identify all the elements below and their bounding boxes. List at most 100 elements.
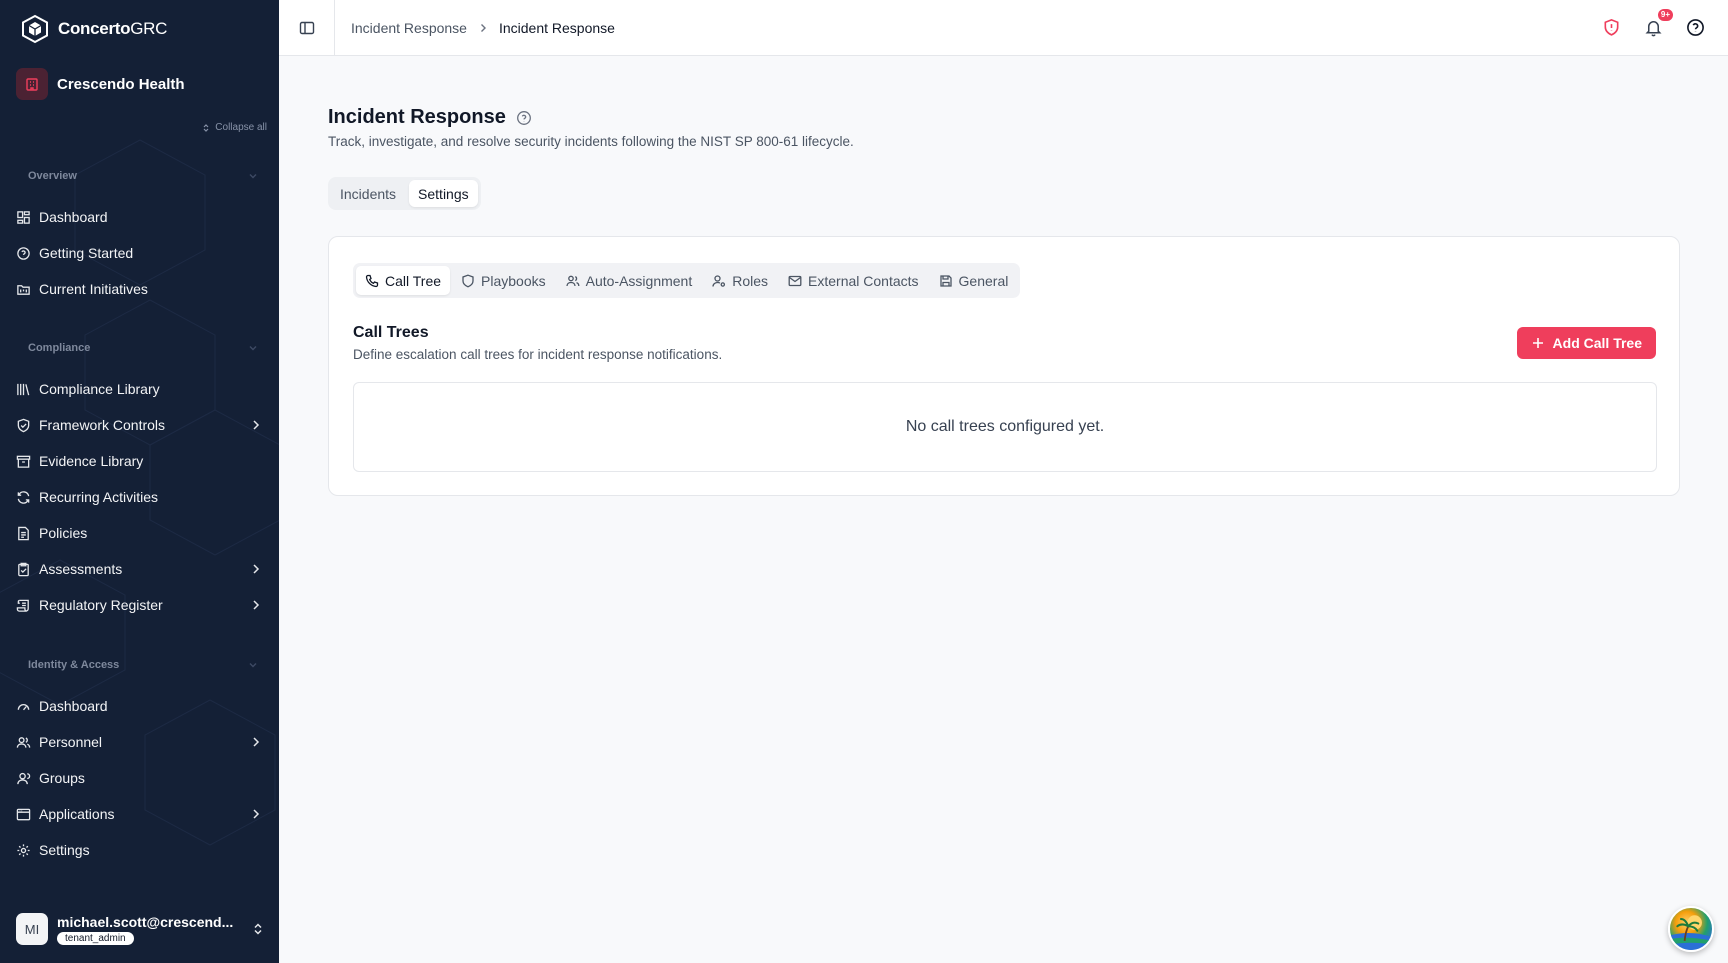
sidebar-item-compliance-library[interactable]: Compliance Library xyxy=(16,374,263,404)
sidebar-toggle-button[interactable] xyxy=(279,0,335,56)
tab-label: Roles xyxy=(732,272,769,289)
help-button[interactable] xyxy=(1684,17,1706,39)
sidebar-item-applications[interactable]: Applications xyxy=(16,799,263,829)
sidebar-item-label: Regulatory Register xyxy=(39,597,163,613)
panel-left-icon xyxy=(299,21,314,34)
settings-tabs: Call Tree Playbooks Auto-Assignment Role… xyxy=(353,263,1021,298)
sidebar-item-framework-controls[interactable]: Framework Controls xyxy=(16,410,263,440)
tab-label: General xyxy=(958,272,1009,289)
chevron-down-icon xyxy=(249,346,257,351)
tab-call-tree[interactable]: Call Tree xyxy=(356,266,451,295)
sidebar-item-label: Dashboard xyxy=(39,209,108,225)
tab-auto-assignment[interactable]: Auto-Assignment xyxy=(557,266,702,295)
assistant-avatar-button[interactable] xyxy=(1668,906,1714,952)
collapse-all-label: Collapse all xyxy=(215,122,267,133)
sidebar: ConcertoGRC Crescendo Health Collapse al… xyxy=(0,0,279,963)
sidebar-item-policies[interactable]: Policies xyxy=(16,518,263,548)
sidebar-item-personnel[interactable]: Personnel xyxy=(16,727,263,757)
user-email: michael.scott@crescend... xyxy=(57,913,234,930)
sidebar-item-label: Getting Started xyxy=(39,245,134,261)
tab-label: Playbooks xyxy=(481,272,546,289)
sidebar-item-label: Policies xyxy=(39,525,88,541)
sidebar-item-label: Recurring Activities xyxy=(39,489,159,505)
chevron-right-icon xyxy=(253,809,260,819)
sidebar-item-evidence-library[interactable]: Evidence Library xyxy=(16,446,263,476)
refresh-icon xyxy=(17,490,30,504)
chevrons-up-down-icon xyxy=(254,923,262,935)
user-info: michael.scott@crescend... tenant_admin xyxy=(57,914,233,945)
sidebar-item-recurring-activities[interactable]: Recurring Activities xyxy=(16,482,263,512)
sidebar-item-label: Dashboard xyxy=(39,698,108,714)
help-circle-icon xyxy=(17,246,30,260)
users-icon xyxy=(16,736,31,748)
sidebar-item-regulatory-register[interactable]: Regulatory Register xyxy=(16,590,263,620)
brand[interactable]: ConcertoGRC xyxy=(20,13,167,45)
scroll-icon xyxy=(16,599,29,612)
library-icon xyxy=(17,383,30,395)
shield-check-icon xyxy=(17,418,30,432)
chevron-right-icon xyxy=(480,23,486,32)
sidebar-item-identity-dashboard[interactable]: Dashboard xyxy=(16,691,263,721)
shield-alert-icon xyxy=(1604,19,1618,36)
chevron-down-icon xyxy=(249,174,257,179)
sidebar-item-assessments[interactable]: Assessments xyxy=(16,554,263,584)
avatar: MI xyxy=(16,913,48,945)
tab-external-contacts[interactable]: External Contacts xyxy=(779,266,928,295)
sidebar-item-label: Applications xyxy=(39,806,115,822)
chevron-right-icon xyxy=(253,737,260,747)
section-overview[interactable]: Overview xyxy=(28,170,259,182)
breadcrumb-link[interactable]: Incident Response xyxy=(351,20,467,36)
sidebar-item-settings[interactable]: Settings xyxy=(16,835,263,865)
sidebar-item-label: Groups xyxy=(39,770,85,786)
tab-general[interactable]: General xyxy=(930,266,1018,295)
add-call-tree-button[interactable]: Add Call Tree xyxy=(1516,327,1656,359)
button-label: Add Call Tree xyxy=(1552,335,1642,351)
section-identity-access[interactable]: Identity & Access xyxy=(28,659,259,671)
archive-icon xyxy=(16,455,31,468)
user-menu[interactable]: MI michael.scott@crescend... tenant_admi… xyxy=(16,913,265,945)
breadcrumb-current: Incident Response xyxy=(498,19,615,36)
section-compliance[interactable]: Compliance xyxy=(28,342,259,354)
phone-icon xyxy=(365,274,379,287)
chevrons-up-down-icon xyxy=(203,123,209,132)
sidebar-item-dashboard[interactable]: Dashboard xyxy=(16,202,263,232)
help-circle-icon xyxy=(1686,19,1704,36)
page-tabs: Incidents Settings xyxy=(328,177,481,210)
sidebar-item-label: Personnel xyxy=(39,734,103,750)
section-title: Call Trees xyxy=(353,324,429,341)
section-label: Identity & Access xyxy=(28,659,120,671)
sidebar-item-label: Framework Controls xyxy=(39,417,166,433)
tab-playbooks[interactable]: Playbooks xyxy=(452,266,555,295)
chevron-right-icon xyxy=(253,600,260,610)
page-title: Incident Response xyxy=(328,106,506,128)
chevron-down-icon xyxy=(249,663,257,668)
page-header: Incident Response xyxy=(328,106,532,129)
user-group-icon xyxy=(17,772,31,784)
sidebar-item-groups[interactable]: Groups xyxy=(16,763,263,793)
gauge-icon xyxy=(17,703,30,710)
sidebar-item-current-initiatives[interactable]: Current Initiatives xyxy=(16,274,263,304)
user-cog-icon xyxy=(712,274,726,287)
users-icon xyxy=(565,275,580,286)
brand-name: ConcertoGRC xyxy=(58,19,168,38)
sidebar-item-label: Evidence Library xyxy=(39,453,144,469)
gear-icon xyxy=(17,843,30,857)
sidebar-item-getting-started[interactable]: Getting Started xyxy=(16,238,263,268)
mail-icon xyxy=(788,275,802,286)
help-circle-icon[interactable] xyxy=(516,110,532,126)
security-alert-button[interactable] xyxy=(1600,17,1622,39)
tab-settings[interactable]: Settings xyxy=(409,180,478,207)
app-window-icon xyxy=(16,808,31,820)
tab-incidents[interactable]: Incidents xyxy=(331,180,405,207)
org-switcher[interactable]: Crescendo Health xyxy=(16,68,185,100)
bell-icon xyxy=(1644,21,1662,37)
grid-icon xyxy=(17,210,30,224)
notifications-button[interactable]: 9+ xyxy=(1642,8,1673,39)
section-label: Overview xyxy=(28,170,77,182)
collapse-all-button[interactable]: Collapse all xyxy=(201,122,267,133)
tab-roles[interactable]: Roles xyxy=(703,266,777,295)
tab-label: Auto-Assignment xyxy=(585,272,693,289)
section-description: Define escalation call trees for inciden… xyxy=(353,347,723,362)
shield-icon xyxy=(462,274,474,288)
breadcrumb: Incident Response Incident Response xyxy=(351,20,615,36)
